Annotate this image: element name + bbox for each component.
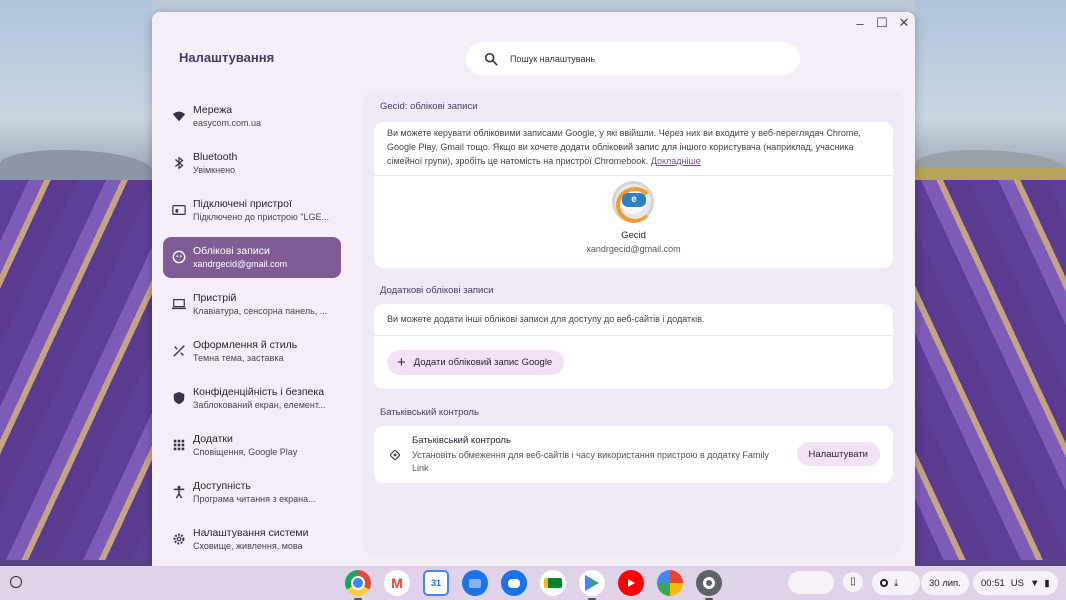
sidebar-item-connected-devices[interactable]: Підключені пристрої Підключено до пристр…: [163, 190, 341, 231]
plus-icon: +: [397, 353, 406, 371]
maximize-button[interactable]: ☐: [874, 15, 890, 31]
clock: 00:51: [981, 577, 1005, 589]
app-title: Налаштування: [179, 50, 275, 65]
sidebar-item-accounts[interactable]: Облікові записи xandrgecid@gmail.com: [163, 237, 341, 278]
launcher-button[interactable]: [10, 576, 22, 588]
shelf-apps: M 31: [345, 570, 735, 600]
notifications-tray[interactable]: ⤓: [872, 571, 920, 595]
additional-accounts-card: Ви можете додати інші облікові записи дл…: [374, 304, 893, 389]
accounts-description: Ви можете керувати обліковими записами G…: [387, 128, 861, 166]
add-google-account-button[interactable]: + Додати обліковий запис Google: [387, 350, 565, 375]
accessibility-icon: [173, 485, 185, 499]
wifi-status-icon: ▼: [1029, 577, 1040, 589]
sidebar-item-title: Облікові записи: [193, 245, 270, 257]
shield-icon: [173, 391, 185, 405]
parental-controls-icon: [390, 450, 400, 460]
sidebar-item-title: Доступність: [193, 480, 251, 492]
tray-preview[interactable]: [788, 571, 834, 594]
sidebar-item-subtitle: Сповіщення, Google Play: [193, 447, 298, 457]
close-button[interactable]: ✕: [896, 15, 912, 31]
parental-controls-card-title: Батьківський контроль: [412, 435, 511, 446]
sidebar-item-title: Конфіденційність і безпека: [193, 386, 325, 398]
sidebar: Мережа easycom.com.ua Bluetooth Увімкнен…: [163, 96, 341, 566]
locale-indicator: US: [1010, 577, 1024, 589]
sidebar-item-personalization[interactable]: Оформлення й стиль Темна тема, заставка: [163, 331, 341, 372]
sidebar-item-subtitle: Заблокований екран, елемент...: [193, 400, 326, 410]
learn-more-link[interactable]: Докладніше: [651, 156, 701, 166]
sidebar-item-title: Налаштування системи: [193, 527, 309, 539]
additional-accounts-title: Додаткові облікові записи: [380, 285, 494, 296]
sidebar-item-system[interactable]: Налаштування системи Сховище, живлення, …: [163, 519, 341, 560]
setup-parental-controls-button[interactable]: Налаштувати: [796, 442, 880, 466]
download-icon: ⤓: [894, 577, 899, 589]
main-content: Gecid: облікові записи Ви можете керуват…: [363, 90, 904, 555]
account-icon: [172, 250, 186, 264]
title-bar: – ☐ ✕: [152, 12, 915, 34]
shelf: M 31 ▯ ⤓ 30 лип. 00:51 US ▼ ▮: [0, 566, 1066, 600]
play-store-icon[interactable]: [579, 570, 605, 600]
sidebar-item-subtitle: Програма читання з екрана...: [193, 494, 316, 504]
sidebar-item-subtitle: xandrgecid@gmail.com: [193, 259, 288, 269]
minimize-button[interactable]: –: [852, 15, 868, 31]
laptop-icon: [172, 299, 186, 310]
parental-controls-card: Батьківський контроль Установіть обмежен…: [374, 426, 893, 483]
sidebar-item-subtitle: Підключено до пристрою "LGE...: [193, 212, 329, 222]
sidebar-item-title: Пристрій: [193, 292, 237, 304]
chrome-icon[interactable]: [345, 570, 371, 600]
apps-grid-icon: [173, 439, 185, 451]
youtube-icon[interactable]: [618, 570, 644, 596]
meet-icon[interactable]: [540, 570, 566, 596]
wifi-icon: [172, 111, 186, 122]
battery-icon: ▮: [1044, 577, 1050, 589]
parental-controls-title: Батьківський контроль: [380, 407, 479, 418]
sidebar-item-accessibility[interactable]: Доступність Програма читання з екрана...: [163, 472, 341, 513]
phone-hub-icon[interactable]: ▯: [843, 572, 863, 592]
calendar-icon[interactable]: 31: [423, 570, 449, 596]
search-icon: [484, 52, 498, 65]
sidebar-item-title: Підключені пристрої: [193, 198, 292, 210]
sidebar-item-subtitle: Клавіатура, сенсорна панель, ...: [193, 306, 328, 316]
photos-icon[interactable]: [657, 570, 683, 596]
search-placeholder: Пошук налаштувань: [510, 53, 596, 64]
bluetooth-icon: [175, 156, 184, 170]
gecid-logo-icon: e: [622, 193, 646, 207]
sidebar-item-subtitle: Сховище, живлення, мова: [193, 541, 303, 551]
gecid-section-title: Gecid: облікові записи: [380, 101, 478, 112]
settings-window: – ☐ ✕ Налаштування Пошук налаштувань Мер…: [152, 12, 915, 566]
sidebar-item-network[interactable]: Мережа easycom.com.ua: [163, 96, 341, 137]
sidebar-item-device[interactable]: Пристрій Клавіатура, сенсорна панель, ..…: [163, 284, 341, 325]
status-tray[interactable]: 00:51 US ▼ ▮: [973, 571, 1058, 595]
sidebar-item-subtitle: easycom.com.ua: [193, 118, 262, 128]
wallpaper-right: [915, 0, 1066, 560]
notification-dot-icon: [880, 579, 888, 587]
system-settings-icon: [173, 533, 185, 545]
search-input[interactable]: Пошук налаштувань: [466, 42, 800, 75]
parental-controls-description: Установіть обмеження для веб-сайтів і ча…: [412, 450, 769, 473]
gmail-icon[interactable]: M: [384, 570, 410, 596]
sidebar-item-title: Bluetooth: [193, 151, 238, 163]
sidebar-item-bluetooth[interactable]: Bluetooth Увімкнено: [163, 143, 341, 184]
add-google-account-label: Додати обліковий запис Google: [413, 357, 553, 368]
avatar: e: [612, 181, 654, 223]
accounts-card: Ви можете керувати обліковими записами G…: [374, 122, 893, 268]
sidebar-item-title: Оформлення й стиль: [193, 339, 298, 351]
sidebar-item-subtitle: Увімкнено: [193, 165, 236, 175]
settings-icon[interactable]: [696, 570, 722, 600]
connected-devices-icon: [172, 205, 186, 215]
additional-accounts-description: Ви можете додати інші облікові записи дл…: [387, 314, 705, 324]
messages-icon[interactable]: [501, 570, 527, 596]
sidebar-item-apps[interactable]: Додатки Сповіщення, Google Play: [163, 425, 341, 466]
wallpaper-left: [0, 0, 152, 560]
sidebar-item-title: Додатки: [193, 433, 233, 445]
palette-icon: [173, 345, 185, 357]
files-icon[interactable]: [462, 570, 488, 596]
sidebar-item-subtitle: Темна тема, заставка: [193, 353, 284, 363]
sidebar-item-privacy[interactable]: Конфіденційність і безпека Заблокований …: [163, 378, 341, 419]
date-tray[interactable]: 30 лип.: [921, 571, 969, 595]
account-name: Gecid: [621, 230, 646, 241]
account-email: xandrgecid@gmail.com: [586, 244, 681, 254]
sidebar-item-title: Мережа: [193, 104, 233, 116]
